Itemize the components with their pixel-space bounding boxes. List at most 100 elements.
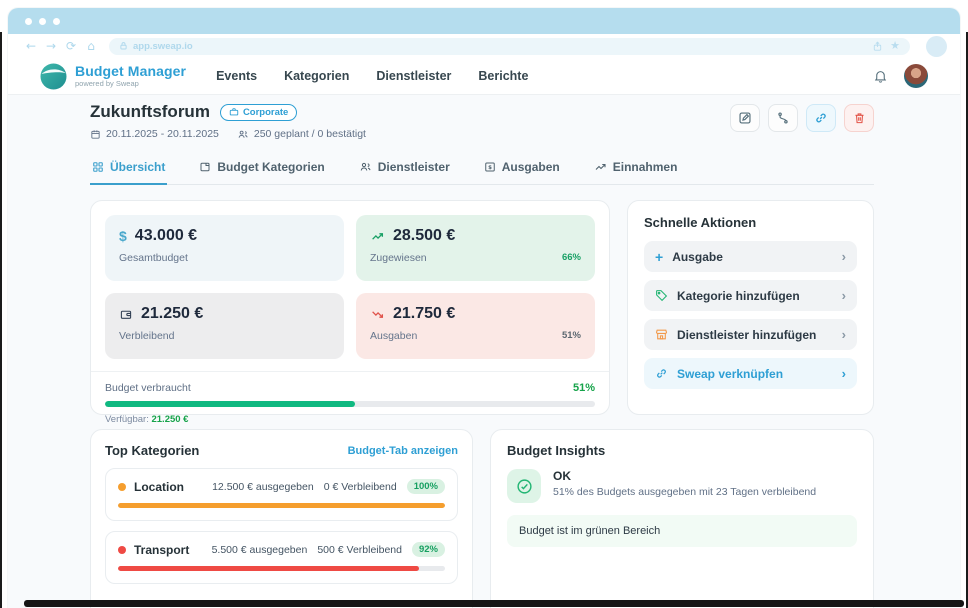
top-categories-card: Top Kategorien Budget-Tab anzeigen Locat… (90, 429, 473, 608)
budget-progress-bar (105, 401, 595, 407)
window-control-dot[interactable] (39, 18, 46, 25)
delete-button[interactable] (844, 104, 874, 132)
nav-item-berichte[interactable]: Berichte (478, 69, 528, 83)
edit-button[interactable] (730, 104, 760, 132)
tab-bar: Übersicht Budget Kategorien Dienstleiste… (90, 154, 874, 185)
banknote-icon: $ (484, 161, 496, 173)
plus-icon: + (655, 250, 663, 264)
chevron-right-icon: › (842, 250, 846, 263)
browser-window: ← → ⟳ ⌂ app.sweap.io ★ (8, 8, 960, 608)
nav-item-events[interactable]: Events (216, 69, 257, 83)
category-row-location: Location 12.500 € ausgegeben 0 € Verblei… (105, 468, 458, 521)
action-add-vendor[interactable]: Dienstleister hinzufügen › (644, 319, 857, 350)
browser-titlebar (8, 8, 960, 34)
brand-name: Budget Manager (75, 64, 186, 79)
screenshot-canvas: ← → ⟳ ⌂ app.sweap.io ★ (0, 0, 968, 608)
budget-overview-card: $ 43.000 € Gesamtbudget 2 (90, 200, 610, 415)
budget-insights-title: Budget Insights (507, 443, 857, 458)
progress-label: Budget verbraucht (105, 382, 191, 394)
corporate-badge: Corporate (220, 104, 297, 121)
tab-uebersicht[interactable]: Übersicht (90, 154, 167, 185)
calendar-icon (90, 129, 101, 140)
card-icon (199, 161, 211, 173)
browser-profile-avatar[interactable] (926, 36, 947, 57)
user-avatar[interactable] (904, 64, 928, 88)
stat-gesamtbudget: $ 43.000 € Gesamtbudget (105, 215, 344, 281)
tab-ausgaben[interactable]: $ Ausgaben (482, 154, 562, 185)
chevron-right-icon: › (842, 328, 846, 341)
category-progress-bar (118, 566, 445, 571)
tab-dienstleister[interactable]: Dienstleister (357, 154, 452, 185)
wallet-icon (119, 308, 133, 321)
stat-verbleibend: 21.250 € Verbleibend (105, 293, 344, 359)
sweap-logo-icon (40, 63, 67, 90)
trend-up-icon (370, 230, 385, 243)
event-title-row: Zukunftsforum Corporate (90, 102, 874, 140)
action-link-sweap[interactable]: Sweap verknüpfen › (644, 358, 857, 389)
category-remaining: 500 € Verbleibend (317, 544, 402, 556)
trend-down-icon (370, 308, 385, 321)
budget-insights-card: Budget Insights OK 51% des Budgets ausge… (490, 429, 874, 608)
share-icon[interactable] (872, 41, 883, 52)
reload-icon[interactable]: ⟳ (61, 40, 81, 52)
show-budget-tab-link[interactable]: Budget-Tab anzeigen (348, 445, 458, 457)
check-circle-icon (507, 469, 541, 503)
address-bar[interactable]: app.sweap.io ★ (109, 38, 910, 55)
app-header: Budget Manager powered by Sweap Events K… (8, 58, 960, 94)
main-nav: Events Kategorien Dienstleister Berichte (216, 69, 528, 83)
top-categories-title: Top Kategorien (105, 443, 199, 458)
insight-status: OK (553, 469, 816, 483)
screenshot-edge (24, 600, 964, 607)
category-row-transport: Transport 5.500 € ausgegeben 500 € Verbl… (105, 531, 458, 584)
category-percent-badge: 92% (412, 542, 445, 557)
tab-einnahmen[interactable]: Einnahmen (592, 154, 680, 185)
divider (91, 371, 609, 372)
dollar-icon: $ (119, 228, 127, 244)
svg-text:$: $ (488, 165, 492, 171)
category-spent: 5.500 € ausgegeben (212, 544, 308, 556)
home-icon[interactable]: ⌂ (81, 40, 101, 52)
url-text: app.sweap.io (133, 41, 193, 52)
tag-icon (655, 289, 668, 302)
brand-tagline: powered by Sweap (75, 79, 186, 88)
action-add-expense[interactable]: + Ausgabe › (644, 241, 857, 272)
bell-icon[interactable] (873, 68, 888, 84)
stat-ausgaben: 21.750 € Ausgaben51% (356, 293, 595, 359)
stat-zugewiesen: 28.500 € Zugewiesen66% (356, 215, 595, 281)
progress-percent: 51% (573, 382, 595, 394)
nav-item-kategorien[interactable]: Kategorien (284, 69, 349, 83)
window-control-dot[interactable] (53, 18, 60, 25)
tab-budget-kategorien[interactable]: Budget Kategorien (197, 154, 326, 185)
insight-note: Budget ist im grünen Bereich (507, 515, 857, 547)
category-dot (118, 546, 126, 554)
window-control-dot[interactable] (25, 18, 32, 25)
insight-detail: 51% des Budgets ausgegeben mit 23 Tagen … (553, 486, 816, 498)
link-icon (655, 367, 668, 380)
quick-actions-card: Schnelle Aktionen + Ausgabe › (627, 200, 874, 415)
briefcase-icon (229, 107, 239, 117)
lock-icon (119, 41, 128, 51)
chevron-right-icon: › (842, 289, 846, 302)
action-add-category[interactable]: Kategorie hinzufügen › (644, 280, 857, 311)
back-icon[interactable]: ← (21, 40, 41, 52)
event-dates: 20.11.2025 - 20.11.2025 (90, 128, 219, 140)
transfer-button[interactable] (768, 104, 798, 132)
trend-up-icon (594, 161, 607, 173)
category-spent: 12.500 € ausgegeben (212, 481, 314, 493)
quick-actions-title: Schnelle Aktionen (644, 215, 857, 230)
link-button[interactable] (806, 104, 836, 132)
store-icon (655, 328, 668, 341)
chevron-right-icon: › (842, 367, 846, 380)
event-attendees: 250 geplant / 0 bestätigt (237, 128, 366, 140)
bookmark-star-icon[interactable]: ★ (890, 41, 900, 52)
browser-toolbar: ← → ⟳ ⌂ app.sweap.io ★ (8, 34, 960, 58)
grid-icon (92, 161, 104, 173)
screenshot-edge (0, 32, 2, 608)
page-title: Zukunftsforum (90, 102, 210, 122)
nav-item-dienstleister[interactable]: Dienstleister (376, 69, 451, 83)
category-progress-bar (118, 503, 445, 508)
category-dot (118, 483, 126, 491)
forward-icon[interactable]: → (41, 40, 61, 52)
users-icon (237, 129, 249, 140)
page-body: Zukunftsforum Corporate (8, 94, 960, 608)
